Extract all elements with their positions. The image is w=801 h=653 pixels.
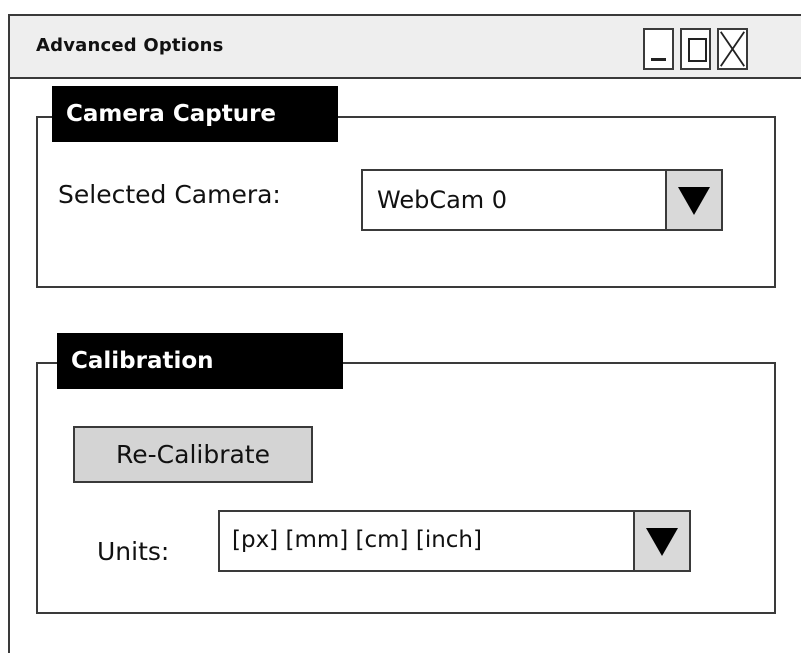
selected-camera-value: WebCam 0 — [377, 186, 508, 214]
selected-camera-dropdown-toggle[interactable] — [665, 171, 721, 229]
title-bar[interactable]: Advanced Options — [10, 16, 801, 79]
minimize-icon — [651, 58, 666, 61]
selected-camera-label: Selected Camera: — [58, 180, 281, 209]
calibration-heading: Calibration — [57, 333, 343, 389]
selected-camera-dropdown[interactable]: WebCam 0 — [361, 169, 723, 231]
units-dropdown[interactable]: [px] [mm] [cm] [inch] — [218, 510, 691, 572]
triangle-down-icon — [646, 528, 678, 556]
window-title: Advanced Options — [36, 35, 224, 56]
maximize-button[interactable] — [680, 28, 711, 70]
units-dropdown-toggle[interactable] — [633, 512, 689, 570]
close-icon — [720, 31, 745, 67]
units-label: Units: — [97, 537, 170, 566]
close-button[interactable] — [717, 28, 748, 70]
units-value: [px] [mm] [cm] [inch] — [232, 527, 482, 553]
triangle-down-icon — [678, 187, 710, 215]
minimize-button[interactable] — [643, 28, 674, 70]
camera-capture-heading: Camera Capture — [52, 86, 338, 142]
maximize-icon — [688, 38, 707, 62]
calibration-group — [36, 362, 776, 614]
recalibrate-button[interactable]: Re-Calibrate — [73, 426, 313, 483]
